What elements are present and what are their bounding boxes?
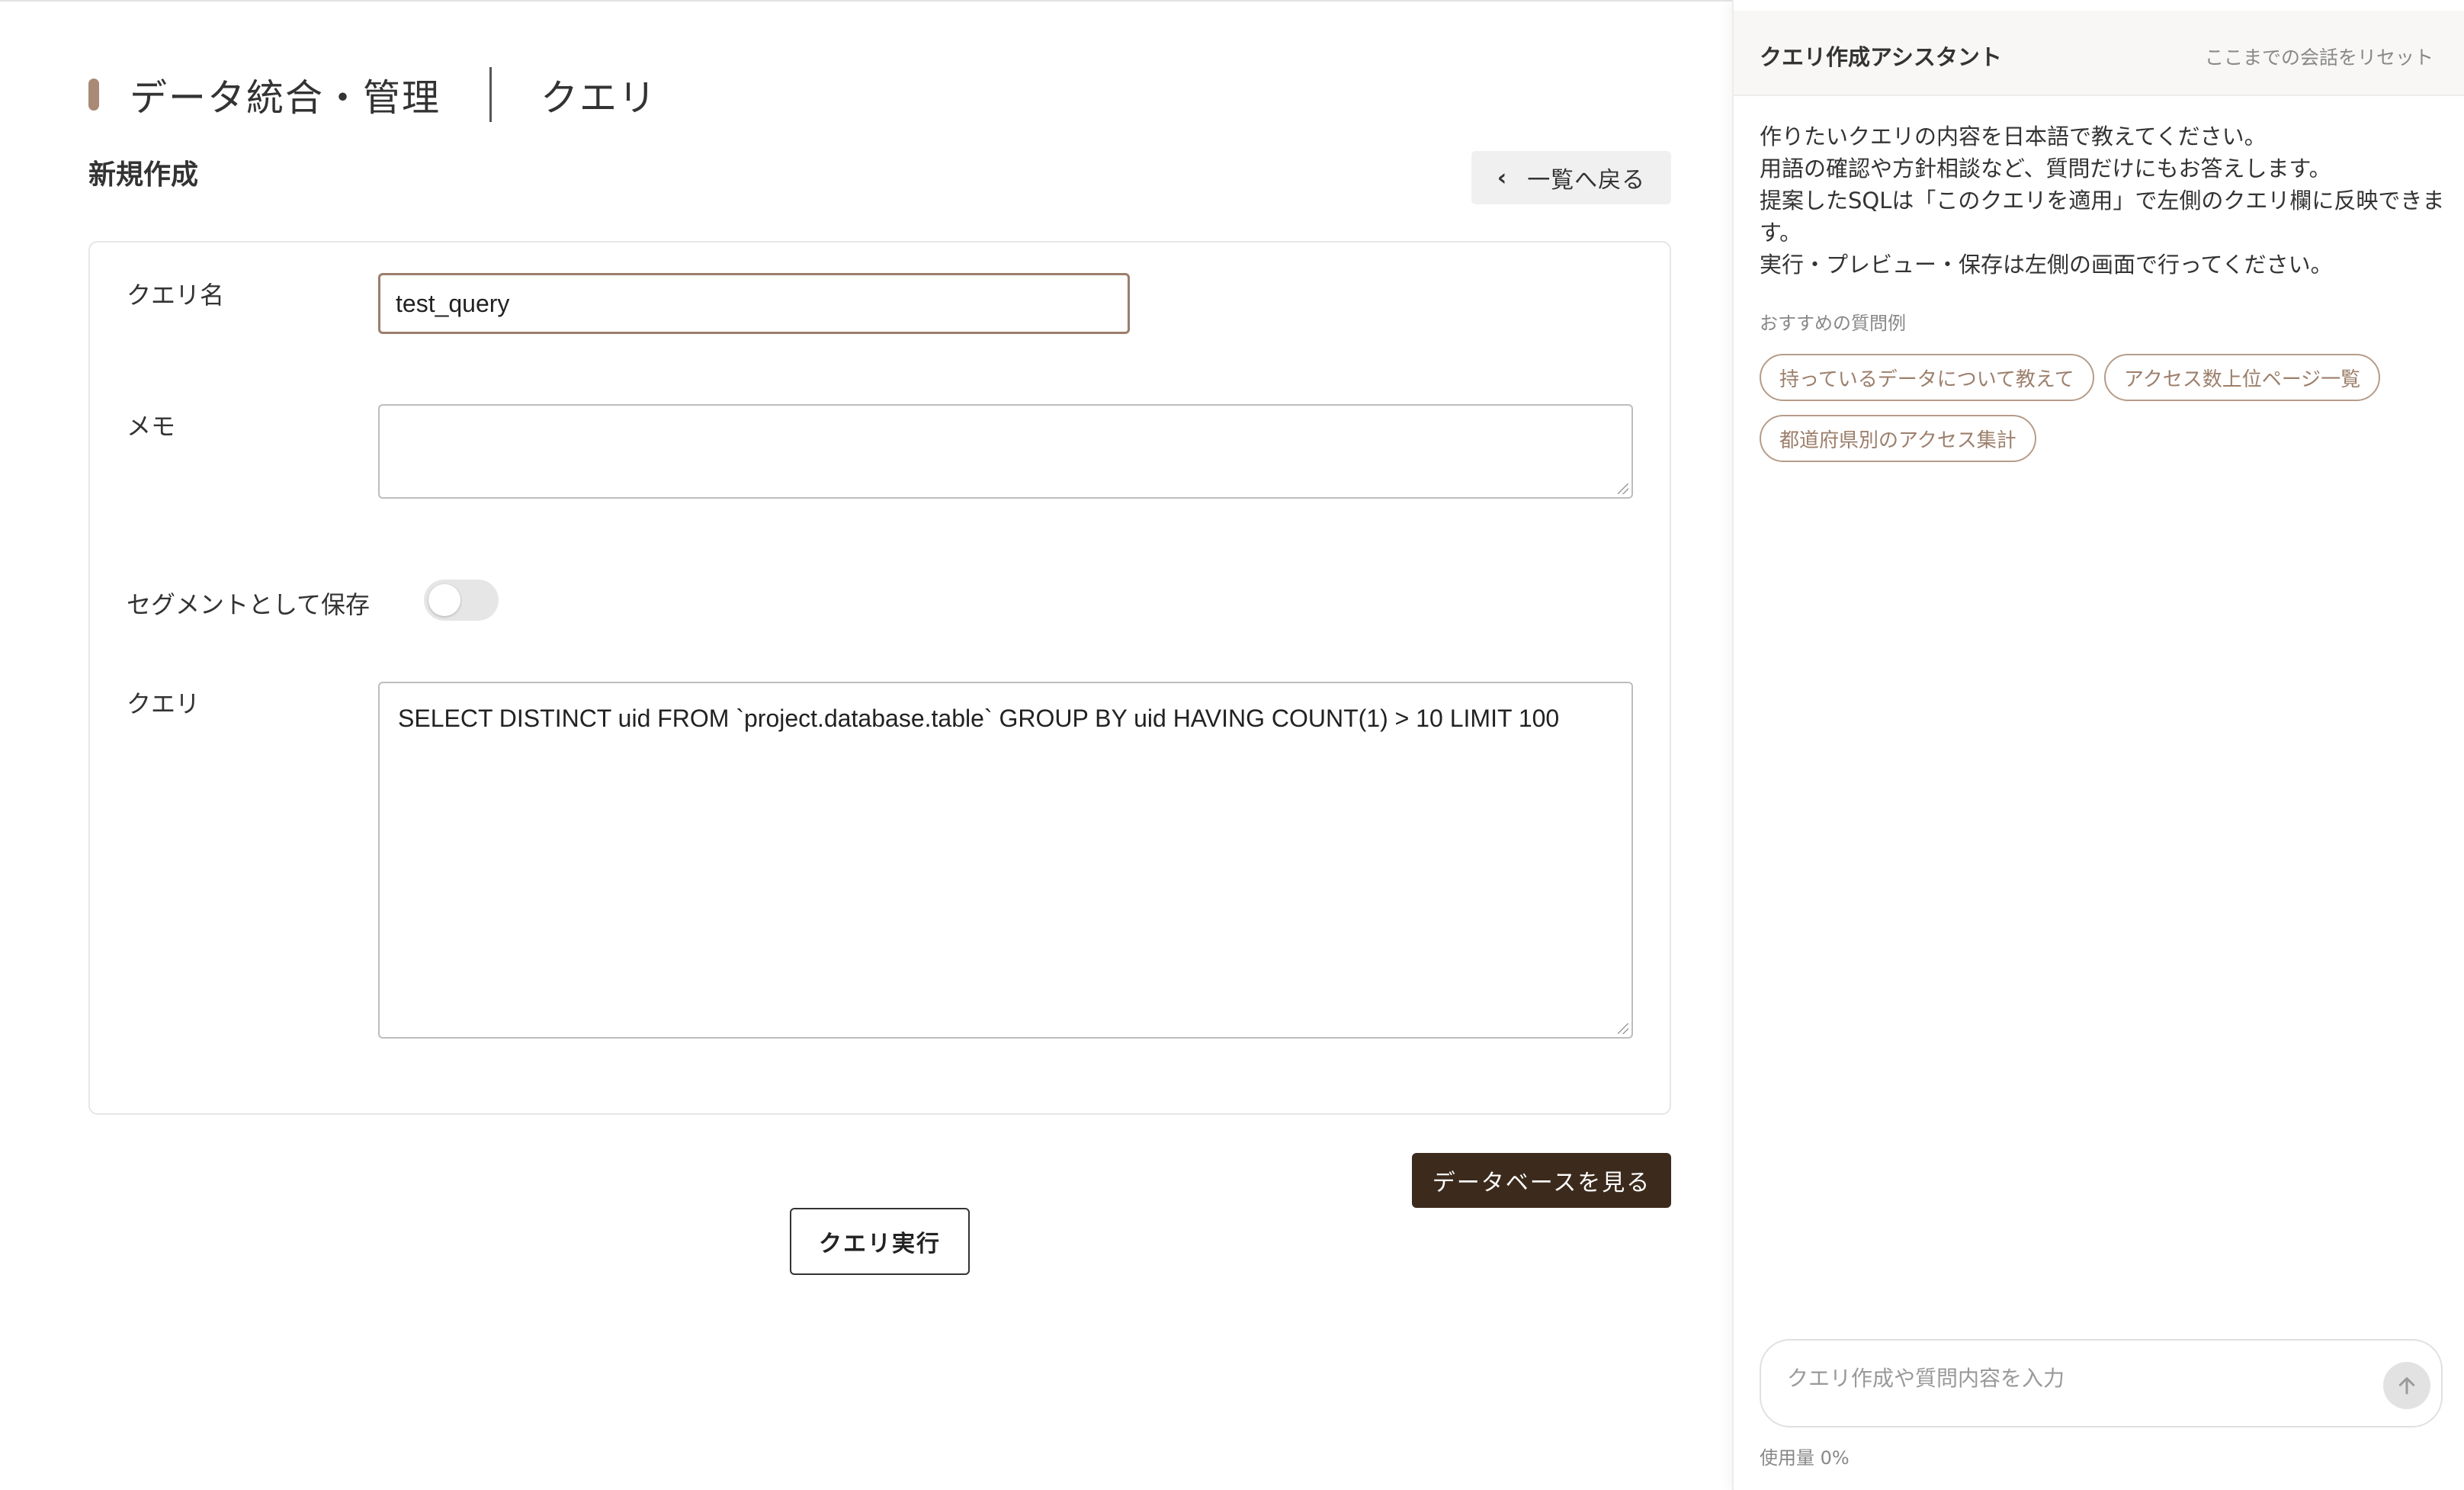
query-name-label: クエリ名 — [127, 281, 225, 310]
query-label: クエリ — [127, 689, 201, 718]
example-question-chip[interactable]: アクセス数上位ページ一覧 — [2104, 354, 2381, 401]
main-panel: データ統合・管理 クエリ 新規作成 ‹ 一覧へ戻る クエリ名 test_quer… — [0, 0, 1732, 1490]
usage-indicator: 使用量 0% — [1760, 1447, 1850, 1469]
intro-line: 提案したSQLは「このクエリを適用」で左側のクエリ欄に反映できま — [1760, 188, 2445, 214]
assistant-header: クエリ作成アシスタント ここまでの会話をリセット — [1734, 11, 2464, 96]
example-question-chip[interactable]: 都道府県別のアクセス集計 — [1760, 415, 2036, 462]
page-subtitle: 新規作成 — [88, 159, 199, 191]
title-accent-bar — [88, 79, 99, 111]
intro-line: 用語の確認や方針相談など、質問だけにもお答えします。 — [1760, 156, 2331, 181]
save-as-segment-toggle[interactable] — [424, 580, 499, 621]
intro-line: す。 — [1760, 220, 1802, 246]
send-button[interactable] — [2383, 1362, 2430, 1409]
page-title-row: データ統合・管理 クエリ — [88, 67, 657, 122]
resize-grip-icon[interactable] — [1618, 483, 1628, 494]
section-title: クエリ — [541, 75, 658, 120]
intro-line: 実行・プレビュー・保存は左側の画面で行ってください。 — [1760, 252, 2333, 278]
chat-input[interactable]: クエリ作成や質問内容を入力 — [1760, 1339, 2443, 1427]
view-database-button[interactable]: データベースを見る — [1412, 1153, 1671, 1208]
query-text: SELECT DISTINCT uid FROM `project.databa… — [398, 705, 1560, 732]
chat-input-placeholder: クエリ作成や質問内容を入力 — [1787, 1366, 2065, 1391]
example-question-chip[interactable]: 持っているデータについて教えて — [1760, 354, 2094, 401]
assistant-title: クエリ作成アシスタント — [1760, 44, 2002, 70]
run-query-button[interactable]: クエリ実行 — [790, 1208, 970, 1275]
query-assistant-panel: クエリ作成アシスタント ここまでの会話をリセット 作りたいクエリの内容を日本語で… — [1732, 0, 2464, 1490]
memo-textarea[interactable] — [378, 404, 1633, 499]
save-as-segment-label: セグメントとして保存 — [127, 590, 371, 619]
memo-label: メモ — [127, 412, 176, 441]
query-textarea[interactable]: SELECT DISTINCT uid FROM `project.databa… — [378, 682, 1633, 1039]
examples-label: おすすめの質問例 — [1760, 313, 1906, 334]
arrow-up-icon — [2398, 1377, 2415, 1395]
resize-grip-icon[interactable] — [1618, 1023, 1628, 1034]
assistant-intro-message: 作りたいクエリの内容を日本語で教えてください。 用語の確認や方針相談など、質問だ… — [1760, 120, 2445, 281]
back-to-list-button[interactable]: ‹ 一覧へ戻る — [1471, 151, 1671, 204]
toggle-knob — [428, 584, 460, 616]
page-title: データ統合・管理 — [130, 75, 441, 120]
intro-line: 作りたいクエリの内容を日本語で教えてください。 — [1760, 124, 2267, 149]
reset-conversation-link[interactable]: ここまでの会話をリセット — [2205, 43, 2434, 70]
query-name-input[interactable]: test_query — [378, 273, 1130, 334]
query-name-value: test_query — [396, 289, 510, 317]
chevron-left-icon: ‹ — [1497, 164, 1508, 191]
back-to-list-label: 一覧へ戻る — [1527, 167, 1646, 194]
title-divider — [489, 67, 492, 122]
